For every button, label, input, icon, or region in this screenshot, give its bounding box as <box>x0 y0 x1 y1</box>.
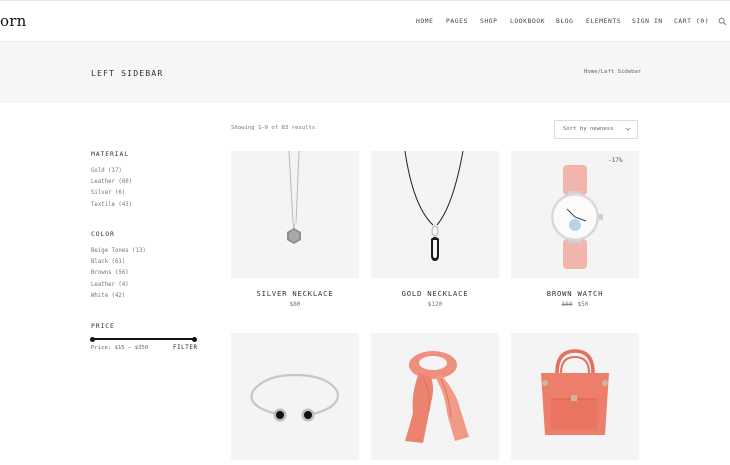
nav-elements[interactable]: ELEMENTS <box>586 18 621 25</box>
product-price: $60 $50 <box>511 301 639 308</box>
price-filter: PRICE <box>91 322 115 338</box>
result-count: Showing 1–9 of 83 results <box>231 125 316 131</box>
price-slider[interactable] <box>90 336 197 342</box>
breadcrumb-home[interactable]: Home <box>584 69 597 75</box>
breadcrumb: Home/Left Sidebar <box>584 69 641 75</box>
search-icon[interactable] <box>718 17 727 26</box>
color-white[interactable]: White (42) <box>91 291 146 302</box>
product-current-price: $80 <box>289 301 301 308</box>
price-title: PRICE <box>91 322 115 330</box>
product-image[interactable] <box>511 333 639 460</box>
product-current-price: $50 <box>577 301 589 308</box>
nav-pages[interactable]: PAGES <box>446 18 468 25</box>
sort-select[interactable]: Sort by newness <box>554 120 638 139</box>
scarf-image <box>405 351 469 443</box>
nav-shop[interactable]: SHOP <box>480 18 498 25</box>
material-textile[interactable]: Textile (43) <box>91 200 132 211</box>
color-filter: COLOR Beige Tones (13) Black (61) Browns… <box>91 230 146 302</box>
product-name[interactable]: GOLD NECKLACE <box>371 289 499 298</box>
product-image[interactable]: -17% <box>511 151 639 278</box>
material-gold[interactable]: Gold (17) <box>91 166 132 177</box>
product-name[interactable]: SILVER NECKLACE <box>231 289 359 298</box>
product-image[interactable] <box>371 151 499 278</box>
price-slider-track <box>91 338 195 340</box>
sort-value: Sort by newness <box>563 126 614 132</box>
color-title: COLOR <box>91 230 115 238</box>
material-leather[interactable]: Leather (60) <box>91 177 132 188</box>
gold-necklace-image <box>404 151 464 261</box>
color-beige-tones[interactable]: Beige Tones (13) <box>91 246 146 257</box>
price-slider-min-handle[interactable] <box>90 336 95 342</box>
product-image[interactable] <box>231 333 359 460</box>
material-filter: MATERIAL Gold (17) Leather (60) Silver (… <box>91 150 132 211</box>
nav-home[interactable]: HOME <box>416 18 434 25</box>
product-old-price: $60 <box>561 301 573 308</box>
filter-button[interactable]: FILTER <box>173 345 198 351</box>
product-price: $80 <box>231 301 359 308</box>
material-title: MATERIAL <box>91 150 129 158</box>
sale-badge: -17% <box>608 157 623 164</box>
product-price: $120 <box>371 301 499 308</box>
nav-cart[interactable]: CART (0) <box>674 18 709 25</box>
chevron-down-icon <box>625 127 631 131</box>
brown-watch-image <box>551 165 603 269</box>
breadcrumb-current: Left Sidebar <box>600 69 642 75</box>
nav-sign-in[interactable]: SIGN IN <box>632 18 663 25</box>
main-nav: HOME PAGES SHOP LOOKBOOK BLOG ELEMENTS S… <box>0 18 730 28</box>
nav-lookbook[interactable]: LOOKBOOK <box>510 18 545 25</box>
color-browns[interactable]: Browns (56) <box>91 268 146 279</box>
bracelet-image <box>250 373 339 422</box>
price-range-text: Price: $15 — $350 <box>91 345 149 351</box>
site-header: orn HOME PAGES SHOP LOOKBOOK BLOG ELEMEN… <box>0 0 730 42</box>
silver-necklace-image <box>287 151 301 244</box>
material-silver[interactable]: Silver (6) <box>91 188 132 199</box>
color-leather[interactable]: Leather (4) <box>91 280 146 291</box>
price-slider-max-handle[interactable] <box>192 336 197 342</box>
product-current-price: $120 <box>427 301 443 308</box>
page-title: LEFT SIDEBAR <box>91 68 164 78</box>
page-title-band: LEFT SIDEBAR Home/Left Sidebar <box>0 42 730 103</box>
color-black[interactable]: Black (61) <box>91 257 146 268</box>
nav-blog[interactable]: BLOG <box>556 18 574 25</box>
product-name[interactable]: BROWN WATCH <box>511 289 639 298</box>
product-image[interactable] <box>231 151 359 278</box>
handbag-image <box>541 349 609 435</box>
product-image[interactable] <box>371 333 499 460</box>
